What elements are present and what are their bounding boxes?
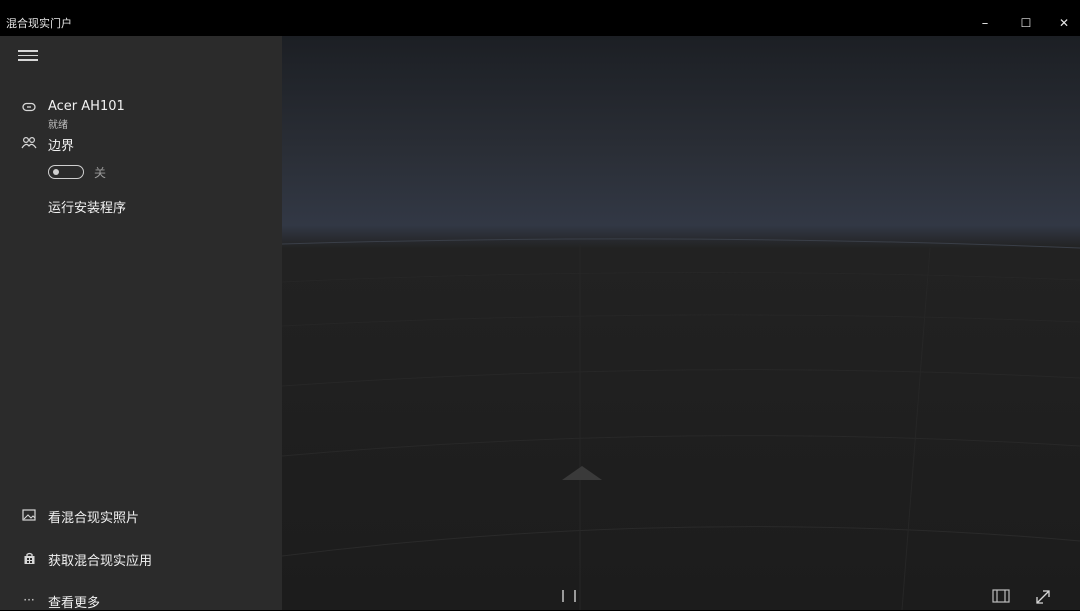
boundary-toggle[interactable] bbox=[48, 165, 84, 179]
expand-button[interactable] bbox=[1034, 588, 1052, 606]
sidebar: Acer AH101 就绪 边界 关 运行安装程序 看混合现实照片 获取混合现实… bbox=[0, 36, 282, 611]
run-setup-link[interactable]: 运行安装程序 bbox=[48, 197, 126, 216]
close-button[interactable]: ✕ bbox=[1044, 10, 1080, 36]
toggle-knob bbox=[53, 168, 59, 175]
expand-icon bbox=[1036, 590, 1050, 604]
window-title: 混合现实门户 bbox=[6, 17, 72, 30]
more-icon: ··· bbox=[23, 593, 35, 607]
app-window: 混合现实门户 – ☐ ✕ Acer AH101 就绪 边界 关 运行安装程序 看… bbox=[0, 10, 1080, 611]
maximize-button[interactable]: ☐ bbox=[1006, 10, 1046, 36]
photos-label: 看混合现实照片 bbox=[48, 511, 140, 526]
boundary-icon bbox=[20, 134, 38, 152]
pause-icon bbox=[562, 590, 564, 602]
mixed-view-icon bbox=[992, 589, 1010, 603]
close-icon: ✕ bbox=[1058, 16, 1070, 30]
floor-grid bbox=[282, 238, 1080, 610]
minimize-icon: – bbox=[981, 15, 989, 31]
boundary-label: 边界 bbox=[48, 139, 75, 154]
hamburger-menu-icon[interactable] bbox=[18, 50, 38, 64]
mixed-reality-viewport[interactable] bbox=[282, 36, 1080, 610]
store-icon bbox=[20, 549, 38, 567]
pause-button[interactable] bbox=[562, 590, 576, 606]
photo-icon bbox=[20, 506, 38, 524]
headset-icon bbox=[20, 98, 38, 116]
maximize-icon: ☐ bbox=[1020, 16, 1032, 30]
location-marker-icon bbox=[562, 466, 602, 480]
store-label: 获取混合现实应用 bbox=[48, 554, 153, 569]
device-name: Acer AH101 bbox=[48, 99, 125, 114]
toggle-state-label: 关 bbox=[94, 166, 107, 180]
more-label: 查看更多 bbox=[48, 596, 101, 611]
title-bar: 混合现实门户 – ☐ ✕ bbox=[0, 10, 1080, 36]
device-status: 就绪 bbox=[48, 120, 68, 131]
mixed-view-button[interactable] bbox=[992, 589, 1010, 603]
minimize-button[interactable]: – bbox=[965, 10, 1005, 36]
